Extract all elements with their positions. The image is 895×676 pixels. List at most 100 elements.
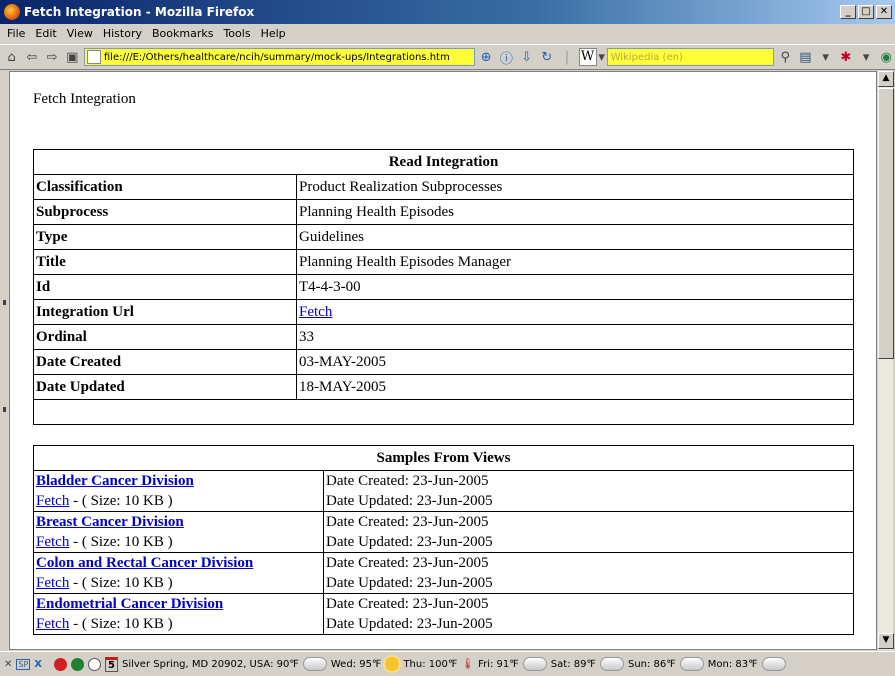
- table-header: Read Integration: [33, 149, 854, 175]
- field-label: Date Created: [33, 349, 297, 375]
- forecast-day[interactable]: Thu: 100℉: [403, 659, 457, 670]
- integration-url-link[interactable]: Fetch: [299, 304, 332, 320]
- table-row: Title Planning Health Episodes Manager: [33, 249, 854, 275]
- clock-icon[interactable]: [88, 657, 102, 671]
- calendar-icon[interactable]: 5: [105, 656, 118, 672]
- close-button[interactable]: ✕: [876, 5, 892, 19]
- scrollbar-thumb[interactable]: [878, 88, 894, 359]
- forecast-day[interactable]: Sun: 86℉: [628, 659, 676, 670]
- size-text: - ( Size: 10 KB ): [69, 616, 173, 632]
- size-text: - ( Size: 10 KB ): [69, 493, 173, 509]
- menu-view[interactable]: View: [62, 27, 98, 40]
- xmarks-icon[interactable]: X: [34, 659, 42, 670]
- table-row: Classification Product Realization Subpr…: [33, 174, 854, 200]
- fetch-link[interactable]: Fetch: [36, 493, 69, 509]
- sample-dates-cell: Date Created: 23-Jun-2005 Date Updated: …: [323, 511, 854, 553]
- power-icon[interactable]: [71, 657, 85, 671]
- eye-icon[interactable]: ◉: [878, 48, 895, 66]
- table-row: Integration Url Fetch: [33, 299, 854, 325]
- menu-tools[interactable]: Tools: [218, 27, 255, 40]
- vertical-scrollbar[interactable]: ▲ ▼: [877, 71, 894, 650]
- url-bar[interactable]: file:///E:/Others/healthcare/ncih/summar…: [83, 48, 475, 66]
- field-value: Planning Health Episodes Manager: [296, 249, 854, 275]
- page-info-icon[interactable]: ▣: [64, 48, 81, 66]
- weather-location[interactable]: Silver Spring, MD 20902, USA: 90℉: [122, 659, 299, 670]
- page-icon: [86, 50, 101, 64]
- search-engine-dropdown-icon[interactable]: ▾: [597, 48, 607, 66]
- sample-title-link[interactable]: Bladder Cancer Division: [36, 473, 194, 489]
- sp-icon[interactable]: SP: [16, 658, 31, 670]
- scroll-down-icon[interactable]: ▼: [878, 633, 894, 649]
- field-value: Planning Health Episodes: [296, 199, 854, 225]
- menu-file[interactable]: File: [2, 27, 30, 40]
- firefox-logo-icon: [4, 4, 20, 20]
- add-bookmark-icon[interactable]: ⊕: [478, 48, 495, 66]
- size-text: - ( Size: 10 KB ): [69, 534, 173, 550]
- minimize-button[interactable]: _: [840, 5, 856, 19]
- grip-dot: [3, 300, 6, 305]
- field-label: Title: [33, 249, 297, 275]
- field-label: Integration Url: [33, 299, 297, 325]
- sample-title-link[interactable]: Colon and Rectal Cancer Division: [36, 555, 253, 571]
- addon-icon[interactable]: ✱: [837, 48, 854, 66]
- table-row: Date Created 03-MAY-2005: [33, 349, 854, 375]
- field-value: Guidelines: [296, 224, 854, 250]
- scroll-up-icon[interactable]: ▲: [878, 71, 894, 87]
- date-updated: Date Updated: 23-Jun-2005: [326, 575, 493, 591]
- table-row: Date Updated 18-MAY-2005: [33, 374, 854, 400]
- menu-edit[interactable]: Edit: [30, 27, 61, 40]
- forecast-day[interactable]: Wed: 95℉: [331, 659, 382, 670]
- table-row: Type Guidelines: [33, 224, 854, 250]
- date-created: Date Created: 23-Jun-2005: [326, 596, 489, 612]
- field-label: Id: [33, 274, 297, 300]
- forecast-day[interactable]: Fri: 91℉: [478, 659, 519, 670]
- search-input[interactable]: Wikipedia (en): [606, 48, 774, 66]
- stop-icon[interactable]: [54, 657, 68, 671]
- forward-icon[interactable]: ⇨: [43, 48, 60, 66]
- search-placeholder: Wikipedia (en): [610, 51, 683, 63]
- refresh-icon[interactable]: ↻: [538, 48, 555, 66]
- sidebar-grip[interactable]: [0, 71, 9, 650]
- field-label: Date Updated: [33, 374, 297, 400]
- close-icon[interactable]: ✕: [4, 659, 12, 670]
- table-header-row: Samples From Views: [33, 445, 854, 471]
- wikipedia-logo-icon[interactable]: W: [578, 48, 597, 66]
- field-label: Ordinal: [33, 324, 297, 350]
- info-icon[interactable]: ⓘ: [498, 48, 515, 67]
- fetch-link[interactable]: Fetch: [36, 616, 69, 632]
- sample-title-link[interactable]: Endometrial Cancer Division: [36, 596, 223, 612]
- field-value: T4-4-3-00: [296, 274, 854, 300]
- back-icon[interactable]: ⇦: [23, 48, 40, 66]
- bookmarks-icon[interactable]: ▤: [797, 48, 814, 66]
- fetch-link[interactable]: Fetch: [36, 575, 69, 591]
- menu-help[interactable]: Help: [256, 27, 291, 40]
- field-value: Product Realization Subprocesses: [296, 174, 854, 200]
- home-icon[interactable]: ⌂: [3, 48, 20, 66]
- sample-name-cell: Endometrial Cancer Division Fetch - ( Si…: [33, 593, 324, 635]
- forecast-day[interactable]: Mon: 83℉: [708, 659, 758, 670]
- page-title: Fetch Integration: [33, 91, 136, 107]
- cloud-icon: [761, 657, 786, 671]
- empty-row: [33, 399, 854, 425]
- field-label: Type: [33, 224, 297, 250]
- menu-bookmarks[interactable]: Bookmarks: [147, 27, 218, 40]
- partly-cloudy-icon: [302, 657, 327, 671]
- table-row: Ordinal 33: [33, 324, 854, 350]
- magnifier-icon[interactable]: ⚲: [777, 48, 794, 66]
- sample-title-link[interactable]: Breast Cancer Division: [36, 514, 184, 530]
- search-area: W ▾ Wikipedia (en): [578, 48, 774, 66]
- separator-icon: |: [564, 49, 570, 65]
- sample-dates-cell: Date Created: 23-Jun-2005 Date Updated: …: [323, 593, 854, 635]
- dropdown-icon[interactable]: ▾: [857, 48, 874, 66]
- date-updated: Date Updated: 23-Jun-2005: [326, 534, 493, 550]
- maximize-button[interactable]: □: [858, 5, 874, 19]
- partly-cloudy-icon: [599, 657, 624, 671]
- date-created: Date Created: 23-Jun-2005: [326, 514, 489, 530]
- menu-history[interactable]: History: [98, 27, 147, 40]
- title-bar: Fetch Integration - Mozilla Firefox _ □ …: [0, 0, 895, 24]
- table-row: Breast Cancer Division Fetch - ( Size: 1…: [33, 511, 854, 553]
- dropdown-icon[interactable]: ▾: [817, 48, 834, 66]
- download-arrow-icon[interactable]: ⇩: [518, 48, 535, 66]
- fetch-link[interactable]: Fetch: [36, 534, 69, 550]
- forecast-day[interactable]: Sat: 89℉: [551, 659, 596, 670]
